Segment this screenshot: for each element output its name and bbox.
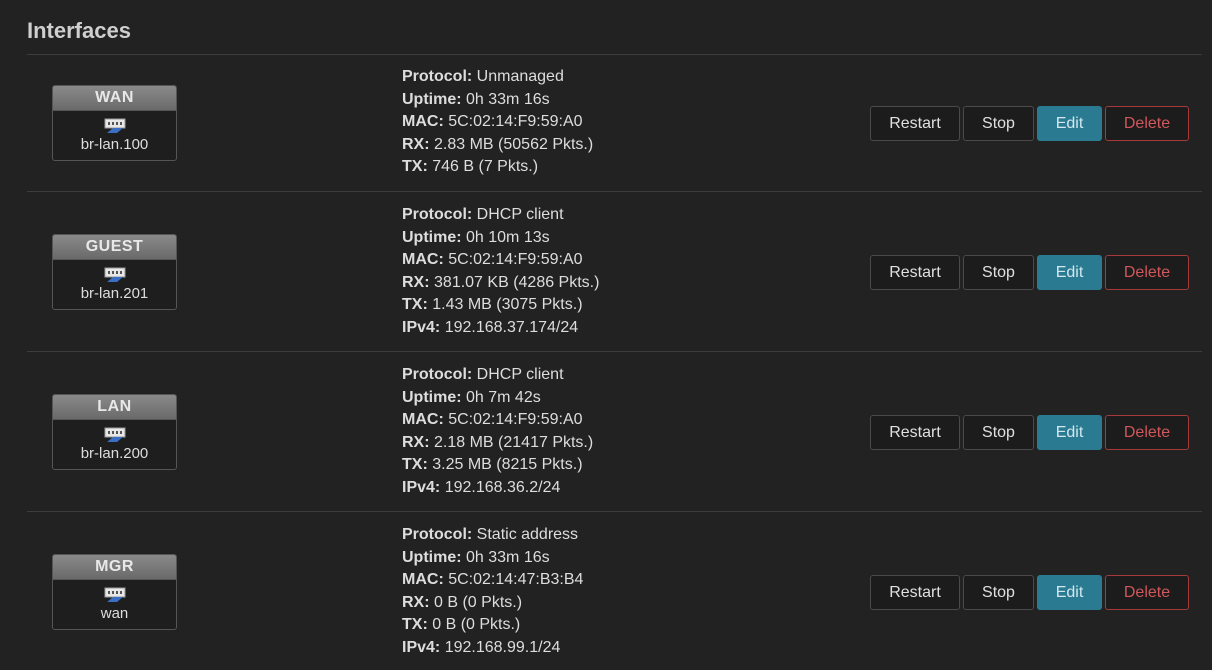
mac-line: MAC: 5C:02:14:F9:59:A0 [402, 251, 583, 268]
tx-line: TX: 3.25 MB (8215 Pkts.) [402, 456, 583, 473]
interface-details: Protocol: DHCP client Uptime: 0h 7m 42s … [402, 364, 593, 499]
protocol-line: Protocol: DHCP client [402, 366, 564, 383]
interface-row-mgr: MGR wan Protocol: Static address Uptime:… [27, 512, 1202, 670]
restart-button[interactable]: Restart [870, 106, 960, 141]
protocol-value: DHCP client [476, 366, 564, 383]
ipv4-value: 192.168.36.2/24 [444, 478, 561, 496]
uptime-line: Uptime: 0h 10m 13s [402, 228, 550, 246]
tx-value: 746 B (7 Pkts.) [432, 158, 539, 175]
rx-value: 2.18 MB (21417 Pkts.) [434, 433, 594, 451]
interface-row-wan: WAN br-lan.100 Protocol: Unmanaged Uptim… [27, 55, 1202, 192]
ipv4-line: IPv4: 192.168.37.174/24 [402, 318, 579, 336]
rx-line: RX: 2.83 MB (50562 Pkts.) [402, 135, 594, 153]
protocol-value: Unmanaged [476, 68, 564, 85]
interface-badge-wan: WAN br-lan.100 [52, 85, 177, 161]
protocol-value: DHCP client [476, 206, 564, 223]
mac-value: 5C:02:14:F9:59:A0 [448, 113, 583, 130]
tx-value: 3.25 MB (8215 Pkts.) [432, 456, 583, 473]
interface-device: br-lan.100 [80, 136, 149, 153]
edit-button[interactable]: Edit [1037, 415, 1102, 450]
interface-badge-lan: LAN br-lan.200 [52, 394, 177, 470]
interface-name: LAN [53, 395, 176, 420]
interface-name: WAN [53, 86, 176, 111]
delete-button[interactable]: Delete [1105, 575, 1189, 610]
mac-value: 5C:02:14:F9:59:A0 [448, 251, 583, 268]
ipv4-value: 192.168.99.1/24 [444, 638, 561, 656]
mac-value: 5C:02:14:F9:59:A0 [448, 411, 583, 428]
mac-line: MAC: 5C:02:14:47:B3:B4 [402, 571, 584, 588]
uptime-line: Uptime: 0h 33m 16s [402, 90, 550, 108]
uptime-value: 0h 33m 16s [466, 90, 550, 108]
restart-button[interactable]: Restart [870, 255, 960, 290]
uptime-line: Uptime: 0h 33m 16s [402, 548, 550, 566]
uptime-value: 0h 10m 13s [466, 228, 550, 246]
interface-details: Protocol: Static address Uptime: 0h 33m … [402, 524, 583, 659]
restart-button[interactable]: Restart [870, 415, 960, 450]
uptime-value: 0h 7m 42s [466, 388, 541, 406]
interface-badge-mgr: MGR wan [52, 554, 177, 630]
delete-button[interactable]: Delete [1105, 255, 1189, 290]
uptime-value: 0h 33m 16s [466, 548, 550, 566]
interface-details: Protocol: DHCP client Uptime: 0h 10m 13s… [402, 204, 599, 339]
interface-device: wan [100, 605, 129, 622]
protocol-line: Protocol: Unmanaged [402, 68, 564, 85]
stop-button[interactable]: Stop [963, 415, 1034, 450]
rx-value: 0 B (0 Pkts.) [434, 593, 523, 611]
interface-row-lan: LAN br-lan.200 Protocol: DHCP client Upt… [27, 352, 1202, 512]
ipv4-value: 192.168.37.174/24 [444, 318, 579, 336]
interface-actions: Restart Stop Edit Delete [870, 415, 1189, 450]
interface-badge-guest: GUEST br-lan.201 [52, 234, 177, 310]
edit-button[interactable]: Edit [1037, 575, 1102, 610]
interface-actions: Restart Stop Edit Delete [870, 575, 1189, 610]
ipv4-line: IPv4: 192.168.99.1/24 [402, 638, 561, 656]
ethernet-port-icon [104, 587, 125, 602]
mac-line: MAC: 5C:02:14:F9:59:A0 [402, 113, 583, 130]
interface-actions: Restart Stop Edit Delete [870, 106, 1189, 141]
interface-device: br-lan.201 [80, 285, 149, 302]
protocol-line: Protocol: Static address [402, 526, 579, 543]
edit-button[interactable]: Edit [1037, 106, 1102, 141]
tx-value: 1.43 MB (3075 Pkts.) [432, 296, 583, 313]
interface-name: GUEST [53, 235, 176, 260]
ethernet-port-icon [104, 267, 125, 282]
interface-device: br-lan.200 [80, 445, 149, 462]
stop-button[interactable]: Stop [963, 575, 1034, 610]
rx-value: 2.83 MB (50562 Pkts.) [434, 135, 594, 153]
protocol-value: Static address [476, 526, 579, 543]
delete-button[interactable]: Delete [1105, 106, 1189, 141]
interface-name: MGR [53, 555, 176, 580]
rx-line: RX: 2.18 MB (21417 Pkts.) [402, 433, 594, 451]
ethernet-port-icon [104, 118, 125, 133]
stop-button[interactable]: Stop [963, 106, 1034, 141]
ethernet-port-icon [104, 427, 125, 442]
rx-value: 381.07 KB (4286 Pkts.) [434, 273, 600, 291]
interface-details: Protocol: Unmanaged Uptime: 0h 33m 16s M… [402, 66, 593, 179]
uptime-line: Uptime: 0h 7m 42s [402, 388, 541, 406]
tx-line: TX: 746 B (7 Pkts.) [402, 158, 539, 175]
tx-line: TX: 1.43 MB (3075 Pkts.) [402, 296, 583, 313]
rx-line: RX: 0 B (0 Pkts.) [402, 593, 523, 611]
rx-line: RX: 381.07 KB (4286 Pkts.) [402, 273, 600, 291]
edit-button[interactable]: Edit [1037, 255, 1102, 290]
protocol-line: Protocol: DHCP client [402, 206, 564, 223]
delete-button[interactable]: Delete [1105, 415, 1189, 450]
stop-button[interactable]: Stop [963, 255, 1034, 290]
interface-actions: Restart Stop Edit Delete [870, 255, 1189, 290]
page-title: Interfaces [27, 18, 131, 43]
mac-value: 5C:02:14:47:B3:B4 [448, 571, 584, 588]
interface-row-guest: GUEST br-lan.201 Protocol: DHCP client U… [27, 192, 1202, 352]
ipv4-line: IPv4: 192.168.36.2/24 [402, 478, 561, 496]
tx-line: TX: 0 B (0 Pkts.) [402, 616, 521, 633]
mac-line: MAC: 5C:02:14:F9:59:A0 [402, 411, 583, 428]
restart-button[interactable]: Restart [870, 575, 960, 610]
tx-value: 0 B (0 Pkts.) [432, 616, 521, 633]
